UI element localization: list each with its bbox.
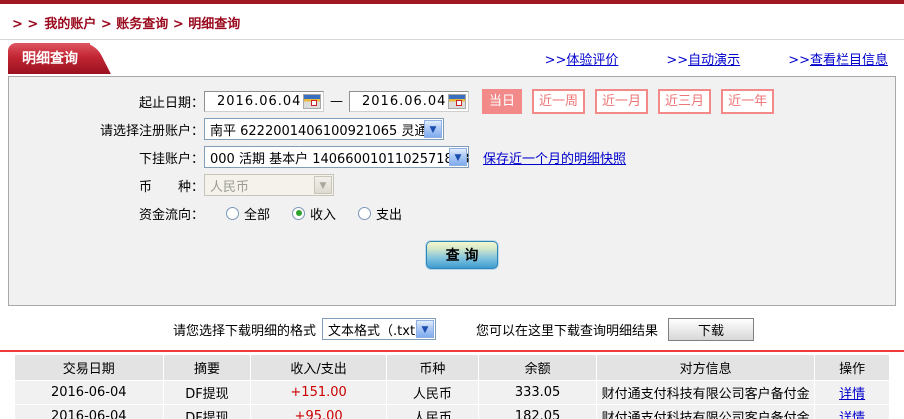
fund-flow-option[interactable]: 收入: [292, 204, 336, 223]
cell-balance: 333.05: [479, 381, 596, 404]
sub-account-value: 000 活期 基本户 1406600101102571848: [210, 148, 469, 167]
date-separator: —: [330, 94, 343, 109]
cell-currency: 人民币: [387, 405, 478, 419]
breadcrumb-arrows-icon: > >: [12, 17, 38, 32]
detail-link[interactable]: 详情: [839, 411, 865, 419]
radio-icon[interactable]: [226, 207, 239, 220]
header-link-label: 查看栏目信息: [810, 53, 888, 68]
breadcrumb: > > 我的账户账务查询明细查询: [0, 4, 904, 40]
table-header-row: 交易日期摘要收入/支出币种余额对方信息操作: [15, 355, 889, 380]
radio-icon[interactable]: [292, 207, 305, 220]
date-to-value: 2016.06.04: [362, 94, 446, 109]
header-link[interactable]: >>查看栏目信息: [788, 49, 888, 68]
table-header-cell: 币种: [387, 355, 478, 380]
fund-flow-row: 资金流向： 全部 收入 支出: [9, 201, 895, 225]
tab-row: 明细查询 >>体验评价 >>自动演示 >>查看栏目信息: [8, 45, 896, 72]
transaction-table: 交易日期摘要收入/支出币种余额对方信息操作 2016-06-04 DF提现 +1…: [14, 354, 890, 419]
breadcrumb-item[interactable]: 账务查询: [96, 17, 168, 32]
calendar-icon[interactable]: [448, 94, 466, 109]
table-header-cell: 收入/支出: [251, 355, 386, 380]
quick-range-button[interactable]: 近三月: [658, 89, 711, 114]
table-row: 2016-06-04 DF提现 +151.00 人民币 333.05 财付通支付…: [15, 381, 889, 404]
save-snapshot-link[interactable]: 保存近一个月的明细快照: [483, 148, 626, 167]
fund-flow-option[interactable]: 全部: [226, 204, 270, 223]
chevron-down-icon: ▼: [314, 176, 332, 194]
cell-date: 2016-06-04: [15, 405, 163, 419]
cell-date: 2016-06-04: [15, 381, 163, 404]
cell-summary: DF提现: [164, 381, 251, 404]
cell-action: 详情: [815, 405, 889, 419]
fund-flow-option-label: 支出: [376, 204, 402, 223]
chevron-down-icon[interactable]: ▼: [416, 320, 434, 338]
date-to-input[interactable]: 2016.06.04: [349, 91, 469, 112]
cell-balance: 182.05: [479, 405, 596, 419]
chevron-down-icon[interactable]: ▼: [449, 148, 467, 166]
date-from-value: 2016.06.04: [217, 94, 301, 109]
download-format-label: 请您选择下载明细的格式: [173, 320, 316, 339]
currency-select: 人民币 ▼: [204, 174, 334, 196]
fund-flow-option[interactable]: 支出: [358, 204, 402, 223]
registered-account-select[interactable]: 南平 6222001406100921065 灵通卡 ▼: [204, 118, 444, 140]
table-header-cell: 操作: [815, 355, 889, 380]
sub-account-label: 下挂账户：: [9, 148, 204, 167]
currency-label: 币 种：: [9, 176, 204, 195]
header-link-label: 自动演示: [688, 53, 740, 68]
registered-account-row: 请选择注册账户： 南平 6222001406100921065 灵通卡 ▼: [9, 117, 895, 141]
header-link[interactable]: >>体验评价: [545, 49, 619, 68]
detail-link[interactable]: 详情: [839, 387, 865, 402]
download-format-select[interactable]: 文本格式（.txt） ▼: [322, 318, 436, 340]
red-divider: [0, 350, 904, 352]
query-button[interactable]: 查 询: [426, 241, 498, 269]
sub-account-select[interactable]: 000 活期 基本户 1406600101102571848 ▼: [204, 146, 469, 168]
double-chevron-icon: >>: [545, 53, 567, 68]
download-button[interactable]: 下载: [668, 318, 754, 341]
cell-action: 详情: [815, 381, 889, 404]
quick-range-button[interactable]: 当日: [482, 89, 522, 114]
cell-counterparty: 财付通支付科技有限公司客户备付金: [597, 381, 814, 404]
currency-value: 人民币: [210, 176, 249, 195]
fund-flow-label: 资金流向：: [9, 204, 204, 223]
double-chevron-icon: >>: [666, 53, 688, 68]
header-link-label: 体验评价: [566, 53, 618, 68]
tab-detail-query[interactable]: 明细查询: [8, 43, 90, 74]
breadcrumb-item[interactable]: 我的账户: [44, 17, 96, 32]
query-button-row: 查 询: [9, 241, 895, 269]
cell-summary: DF提现: [164, 405, 251, 419]
table-header-cell: 余额: [479, 355, 596, 380]
query-form-panel: 起止日期： 2016.06.04 — 2016.06.04 当日 近一周 近一月…: [8, 76, 896, 306]
currency-row: 币 种： 人民币 ▼: [9, 173, 895, 197]
table-header-cell: 交易日期: [15, 355, 163, 380]
sub-account-row: 下挂账户： 000 活期 基本户 1406600101102571848 ▼ 保…: [9, 145, 895, 169]
download-hint: 您可以在这里下载查询明细结果: [476, 320, 658, 339]
cell-counterparty: 财付通支付科技有限公司客户备付金: [597, 405, 814, 419]
radio-icon[interactable]: [358, 207, 371, 220]
registered-account-label: 请选择注册账户：: [9, 120, 204, 139]
registered-account-value: 南平 6222001406100921065 灵通卡: [210, 120, 440, 139]
quick-range-button[interactable]: 近一周: [532, 89, 585, 114]
cell-amount: +151.00: [251, 381, 386, 404]
fund-flow-option-label: 全部: [244, 204, 270, 223]
fund-flow-option-label: 收入: [310, 204, 336, 223]
header-link[interactable]: >>自动演示: [666, 49, 740, 68]
quick-range-button[interactable]: 近一月: [595, 89, 648, 114]
cell-amount: +95.00: [251, 405, 386, 419]
date-from-input[interactable]: 2016.06.04: [204, 91, 324, 112]
breadcrumb-item[interactable]: 明细查询: [168, 17, 240, 32]
download-format-value: 文本格式（.txt）: [328, 320, 428, 339]
date-range-row: 起止日期： 2016.06.04 — 2016.06.04 当日 近一周 近一月…: [9, 89, 895, 113]
download-row: 请您选择下载明细的格式 文本格式（.txt） ▼ 您可以在这里下载查询明细结果 …: [0, 316, 904, 342]
chevron-down-icon[interactable]: ▼: [424, 120, 442, 138]
date-range-label: 起止日期：: [9, 92, 204, 111]
table-header-cell: 对方信息: [597, 355, 814, 380]
double-chevron-icon: >>: [788, 53, 810, 68]
table-row: 2016-06-04 DF提现 +95.00 人民币 182.05 财付通支付科…: [15, 405, 889, 419]
table-header-cell: 摘要: [164, 355, 251, 380]
header-links: >>体验评价 >>自动演示 >>查看栏目信息: [545, 49, 888, 68]
quick-range-button[interactable]: 近一年: [721, 89, 774, 114]
cell-currency: 人民币: [387, 381, 478, 404]
calendar-icon[interactable]: [303, 94, 321, 109]
